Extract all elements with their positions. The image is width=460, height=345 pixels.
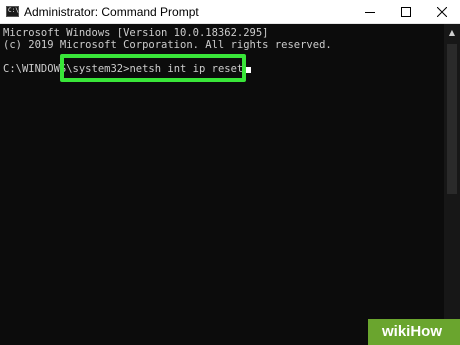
close-button[interactable] [424,0,460,24]
scroll-up-arrow-icon[interactable]: ▲ [444,25,460,41]
close-icon [437,7,447,17]
vertical-scrollbar[interactable]: ▲ [444,24,460,345]
command-line[interactable]: C:\WINDOWS\system32>netsh int ip reset [3,62,252,76]
command-prompt-icon: C:\ [6,6,19,17]
scroll-thumb[interactable] [447,44,457,194]
maximize-button[interactable] [388,0,424,24]
minimize-icon [365,12,375,13]
maximize-icon [401,7,411,17]
title-bar[interactable]: C:\ Administrator: Command Prompt [0,0,460,24]
console-output-area[interactable]: Microsoft Windows [Version 10.0.18362.29… [0,25,444,345]
console-line-copyright: (c) 2019 Microsoft Corporation. All righ… [3,39,332,51]
command-prompt-window: C:\ Administrator: Command Prompt Micros… [0,0,460,345]
minimize-button[interactable] [352,0,388,24]
watermark-text: wikiHow [382,323,443,340]
window-title: Administrator: Command Prompt [24,5,199,19]
prompt-path: C:\WINDOWS\system32> [3,63,130,75]
watermark-logo: wikiHow [368,319,460,345]
typed-command: netsh int ip reset [129,63,244,75]
text-cursor [244,67,252,73]
